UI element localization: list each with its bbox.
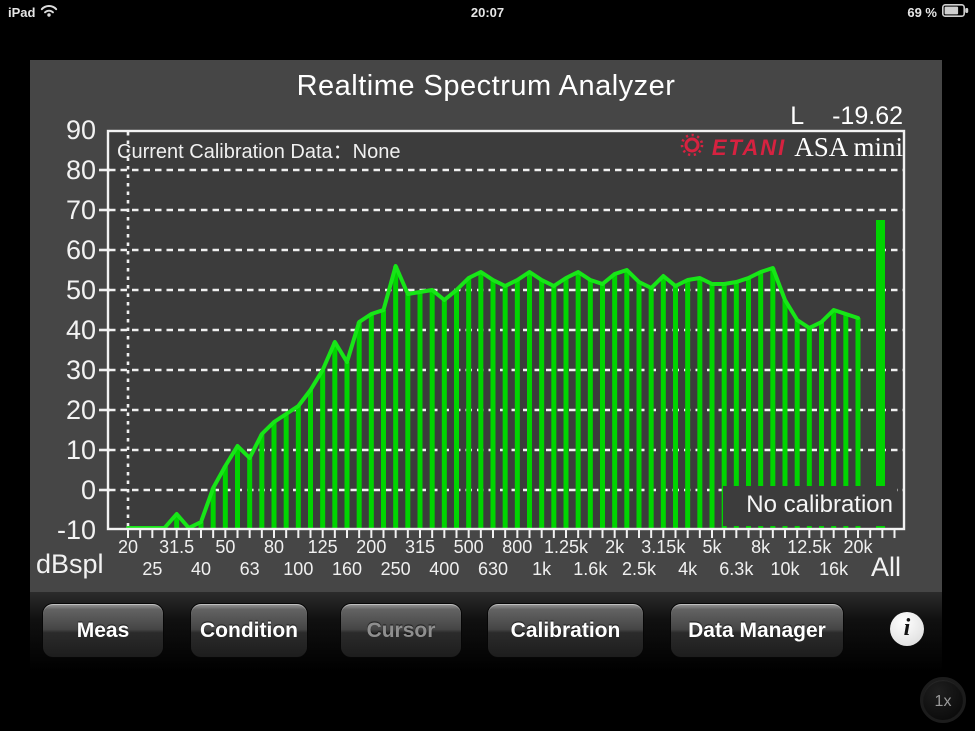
product-name: ASA mini	[794, 132, 903, 162]
status-bar: iPad 20:07 69 %	[0, 0, 975, 24]
y-unit-label: dBspl	[36, 549, 104, 579]
screen: { "status_bar": { "carrier": "iPad", "ti…	[0, 0, 975, 731]
data-manager-button[interactable]: Data Manager	[670, 603, 844, 658]
y-tick-label: 80	[65, 155, 96, 185]
y-tick-label: 50	[65, 275, 96, 305]
no-calibration-badge: No calibration	[723, 486, 897, 526]
condition-button[interactable]: Condition	[190, 603, 308, 658]
clock: 20:07	[470, 4, 505, 20]
level-value: -19.62	[832, 102, 903, 130]
all-band-label: All	[870, 552, 901, 582]
y-tick-label: -10	[56, 515, 96, 545]
calibration-button[interactable]: Calibration	[487, 603, 644, 658]
y-tick-label: 10	[65, 435, 96, 465]
y-tick-label: 70	[65, 195, 96, 225]
brand-name: ETANI	[711, 134, 787, 160]
level-channel-label: L	[790, 102, 805, 130]
etani-gear-icon	[680, 133, 704, 162]
brand-logo: ETANI ASA mini	[680, 132, 903, 163]
battery-percent: 69 %	[907, 4, 937, 20]
bottom-toolbar: i Meas Condition Cursor Calibration Data Man…	[30, 592, 942, 672]
y-tick-label: 90	[65, 115, 96, 145]
info-button[interactable]: i	[890, 612, 924, 646]
y-tick-label: 60	[65, 235, 96, 265]
battery-icon	[942, 4, 969, 20]
y-tick-label: 40	[65, 315, 96, 345]
calibration-status-text: Current Calibration Data：None	[117, 141, 401, 163]
scale-1x-button[interactable]: 1x	[920, 677, 966, 723]
level-readout: L -19.62	[790, 102, 903, 131]
all-band-bar	[876, 220, 885, 529]
meas-button[interactable]: Meas	[42, 603, 164, 658]
page-title: Realtime Spectrum Analyzer	[296, 70, 676, 102]
y-tick-label: 20	[65, 395, 96, 425]
y-tick-label: 0	[80, 475, 96, 505]
y-tick-label: 30	[65, 355, 96, 385]
app-window: Realtime Spectrum Analyzer L -19.62 90 80…	[30, 60, 942, 672]
cursor-button: Cursor	[340, 603, 462, 658]
spectrum-chart	[99, 129, 906, 538]
